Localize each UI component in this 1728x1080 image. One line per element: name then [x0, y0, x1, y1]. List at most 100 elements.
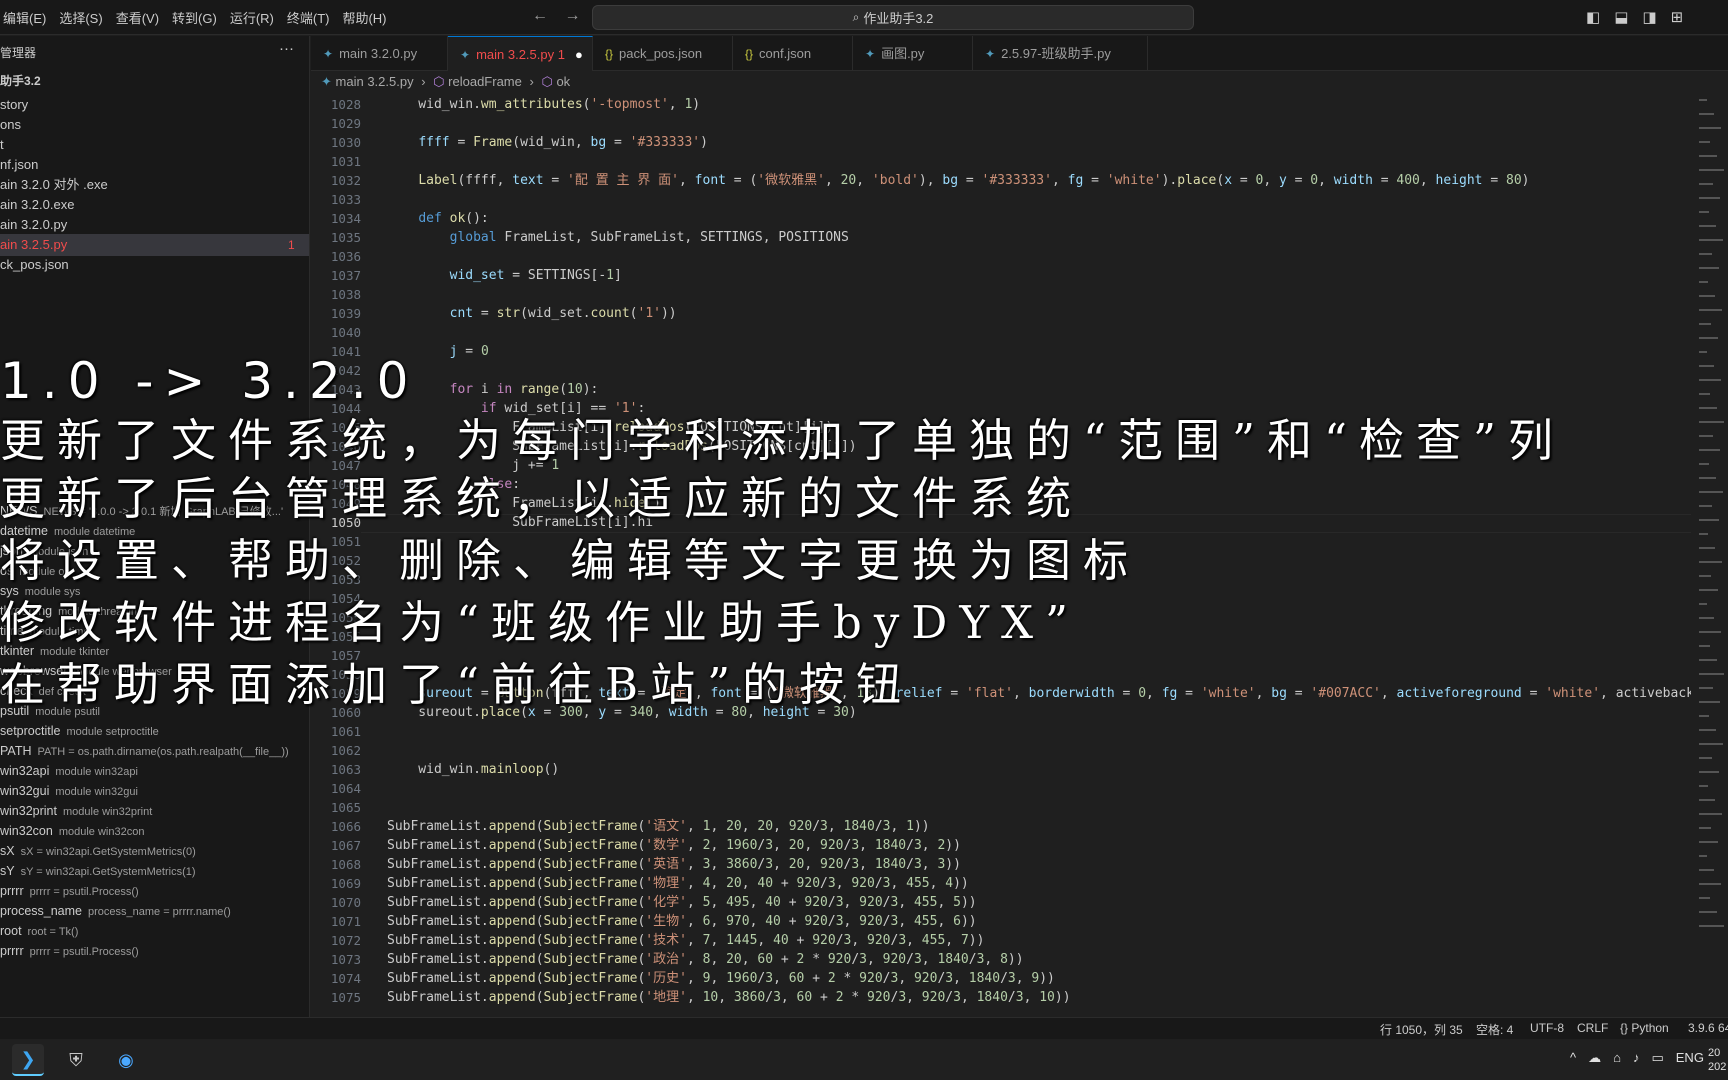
breadcrumb-function[interactable]: reloadFrame [448, 74, 522, 89]
editor-tab[interactable]: {} pack_pos.json [593, 36, 733, 71]
outline-item[interactable]: NEWS NEWS = '3.0.0 -> 3.0.1 新增 GraphLAB 已… [0, 500, 309, 522]
outline-item[interactable]: sY sY = win32api.GetSystemMetrics(1) [0, 860, 309, 882]
outline-item[interactable]: time module time [0, 620, 309, 642]
outline-symbol: win32api [0, 764, 50, 778]
outline-item[interactable]: win32api module win32api [0, 760, 309, 782]
volume-icon[interactable]: ♪ [1633, 1050, 1640, 1066]
outline-item[interactable]: threading module threading [0, 600, 309, 622]
command-center[interactable]: ⌕ 作业助手3.2 [592, 5, 1194, 30]
python-interpreter[interactable]: 3.9.6 64 [1688, 1021, 1728, 1035]
explorer-file-item[interactable]: t [0, 134, 309, 156]
line-number: 1030 [330, 135, 361, 150]
minimap-stroke [1699, 855, 1707, 857]
menu-item[interactable]: 终端(T) [284, 8, 340, 27]
explorer-file-item[interactable]: ain 3.2.0.exe [0, 194, 309, 216]
minimap-stroke [1699, 393, 1710, 395]
explorer-file-item[interactable]: ain 3.2.0 对外 .exe [0, 174, 309, 196]
outline-item[interactable]: root root = Tk() [0, 920, 309, 942]
outline-item[interactable]: PATH PATH = os.path.dirname(os.path.realp… [0, 740, 309, 762]
line-number: 1032 [330, 173, 361, 188]
outline-item[interactable]: prrrr prrrr = psutil.Process() [0, 880, 309, 902]
outline-detail: module win32gui [55, 786, 138, 798]
menu-item[interactable]: 查看(V) [113, 8, 169, 27]
outline-item[interactable]: win32gui module win32gui [0, 780, 309, 802]
explorer-file-item[interactable]: story [0, 94, 309, 116]
menu-item[interactable]: 运行(R) [227, 8, 284, 27]
outline-detail: module os [19, 566, 70, 578]
minimap-stroke [1699, 813, 1722, 815]
toggle-sidebar-icon[interactable]: ◧ [1586, 8, 1600, 26]
unsaved-dot-icon[interactable]: ● [575, 47, 583, 62]
explorer-file-item[interactable]: ain 3.2.5.py 1 [0, 234, 309, 256]
vscode-taskbar-icon[interactable]: ❯ [12, 1044, 44, 1076]
outline-symbol: time [0, 624, 24, 638]
cursor-position[interactable]: 行 1050，列 35 [1380, 1021, 1463, 1038]
editor-tab[interactable]: {} conf.json [733, 36, 853, 71]
chevron-up-icon[interactable]: ^ [1570, 1050, 1576, 1066]
outline-symbol: threading [0, 604, 53, 618]
outline-item[interactable]: win32con module win32con [0, 820, 309, 842]
editor-tab[interactable]: ✦ 2.5.97-班级助手.py [973, 36, 1148, 71]
editor-tab[interactable]: ✦ main 3.2.5.py 1 ● [448, 36, 593, 71]
menu-item[interactable]: 转到(G) [169, 8, 227, 27]
line-number: 1060 [330, 705, 361, 720]
minimap-stroke [1699, 113, 1714, 115]
menu-bar: 编辑(E) 选择(S) 查看(V) 转到(G) 运行(R) 终端(T) 帮助(H) [0, 0, 397, 35]
outline-item[interactable]: check def check [0, 680, 309, 702]
toggle-secondary-sidebar-icon[interactable]: ◨ [1642, 8, 1656, 26]
breadcrumb-symbol[interactable]: ok [556, 74, 570, 89]
explorer-file-item[interactable]: ons [0, 114, 309, 136]
outline-item[interactable]: psutil module psutil [0, 700, 309, 722]
cloud-icon[interactable]: ☁ [1588, 1050, 1601, 1066]
outline-item[interactable]: prrrr prrrr = psutil.Process() [0, 940, 309, 962]
customize-layout-icon[interactable]: ⊞ [1671, 8, 1684, 26]
outline-item[interactable]: win32print module win32print [0, 800, 309, 822]
outline-symbol: win32gui [0, 784, 50, 798]
explorer-file-item[interactable]: nf.json [0, 154, 309, 176]
minimap-stroke [1699, 547, 1715, 549]
outline-item[interactable]: webbrowser module webbrowser [0, 660, 309, 682]
forward-arrow-icon[interactable]: → [564, 7, 580, 24]
encoding[interactable]: UTF-8 [1530, 1021, 1564, 1035]
editor-tab[interactable]: ✦ 画图.py [853, 36, 973, 71]
outline-item[interactable]: datetime module datetime [0, 520, 309, 542]
breadcrumb-file[interactable]: main 3.2.5.py [336, 74, 414, 89]
line-ending[interactable]: CRLF [1577, 1021, 1608, 1035]
back-arrow-icon[interactable]: ← [532, 7, 548, 24]
outline-item[interactable]: sys module sys [0, 580, 309, 602]
menu-item[interactable]: 帮助(H) [339, 8, 396, 27]
outline-item[interactable]: setproctitle module setproctitle [0, 720, 309, 742]
minimap[interactable] [1691, 93, 1728, 1011]
more-actions-icon[interactable]: ··· [279, 40, 294, 57]
code-line: j += 1 [387, 458, 560, 473]
outline-item[interactable]: json module json [0, 540, 309, 562]
language-mode[interactable]: {} Python [1620, 1021, 1669, 1035]
menu-item[interactable]: 选择(S) [56, 8, 112, 27]
battery-icon[interactable]: ▭ [1651, 1050, 1663, 1066]
outline-item[interactable]: tkinter module tkinter [0, 640, 309, 662]
outline-item[interactable]: sX sX = win32api.GetSystemMetrics(0) [0, 840, 309, 862]
input-language[interactable]: ENG [1676, 1050, 1704, 1066]
clock[interactable]: 20 202 [1708, 1046, 1726, 1074]
line-number: 1042 [330, 363, 361, 378]
outline-detail: NEWS = '3.0.0 -> 3.0.1 新增 GraphLAB 已修改..… [43, 506, 284, 518]
line-number: 1041 [330, 344, 361, 359]
menu-item[interactable]: 编辑(E) [0, 8, 56, 27]
indentation[interactable]: 空格: 4 [1476, 1021, 1513, 1038]
network-icon[interactable]: ⌂ [1613, 1050, 1621, 1066]
editor-tab[interactable]: ✦ main 3.2.0.py [311, 36, 448, 71]
workspace-folder[interactable]: 助手3.2 [0, 72, 41, 89]
file-name: ons [0, 117, 21, 132]
minimap-stroke [1699, 449, 1720, 451]
toggle-panel-icon[interactable]: ⬓ [1614, 8, 1628, 26]
qq-browser-taskbar-icon[interactable]: ◉ [110, 1044, 142, 1076]
code-editor[interactable]: 1028 1029 1030 1031 1032 1033 1034 1035 1036 1037… [311, 93, 1691, 1011]
outline-item[interactable]: process_name process_name = prrrr.name() [0, 900, 309, 922]
tank-game-taskbar-icon[interactable]: ⛨ [60, 1044, 92, 1076]
explorer-file-item[interactable]: ain 3.2.0.py [0, 214, 309, 236]
minimap-stroke [1699, 127, 1721, 129]
explorer-file-item[interactable]: ck_pos.json [0, 254, 309, 276]
outline-item[interactable]: os module os [0, 560, 309, 582]
editor-tabs: ✦ main 3.2.0.py ✦ main 3.2.5.py 1 ● {} pack_po… [311, 36, 1728, 71]
minimap-stroke [1699, 799, 1715, 801]
